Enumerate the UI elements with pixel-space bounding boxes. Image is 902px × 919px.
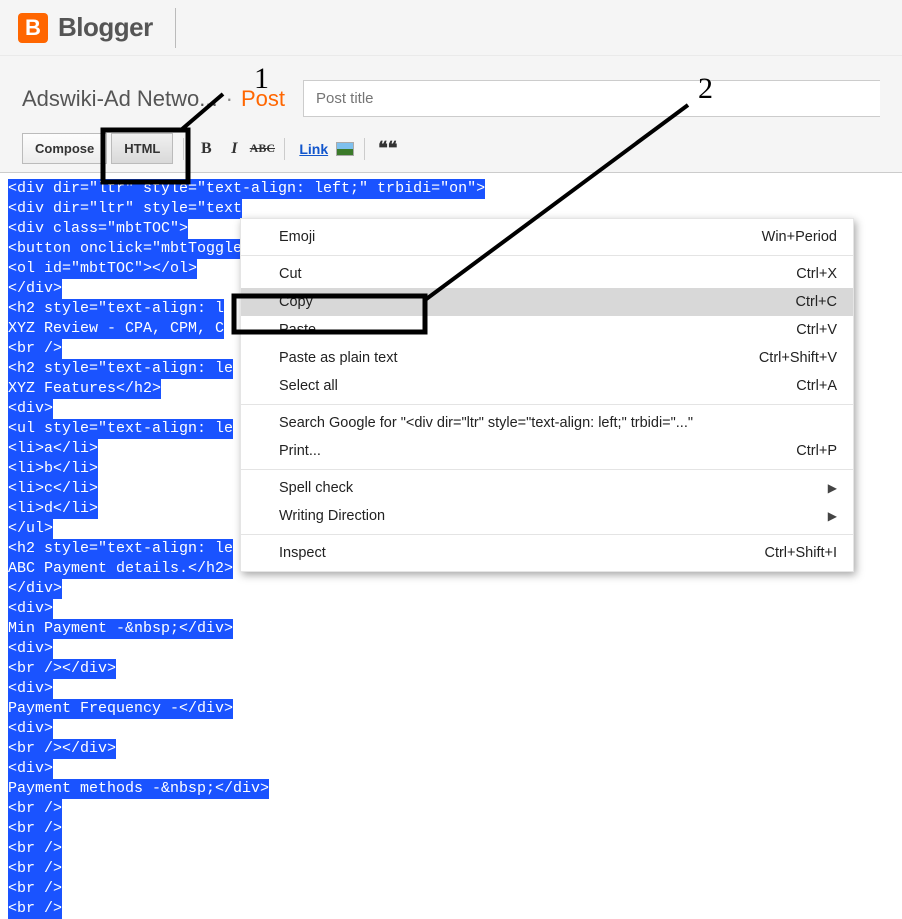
post-title-input[interactable] — [303, 80, 880, 117]
code-line[interactable]: Payment methods -&nbsp;</div> — [8, 779, 269, 799]
context-menu-item[interactable]: Print... Ctrl+P — [241, 437, 853, 465]
code-line[interactable]: <br /> — [8, 819, 62, 839]
code-line[interactable]: XYZ Features</h2> — [8, 379, 161, 399]
context-menu-item[interactable]: Search Google for "<div dir="ltr" style=… — [241, 409, 853, 437]
code-line[interactable]: <div> — [8, 639, 53, 659]
code-line[interactable]: <br /> — [8, 879, 62, 899]
code-line[interactable]: <h2 style="text-align: l — [8, 299, 224, 319]
italic-icon[interactable]: I — [222, 137, 246, 161]
link-button[interactable]: Link — [295, 141, 332, 157]
context-menu-item[interactable]: Writing Direction ▶ — [241, 502, 853, 530]
context-menu-shortcut: Win+Period — [762, 229, 837, 245]
code-line[interactable]: <div> — [8, 399, 53, 419]
code-line[interactable]: <br /> — [8, 799, 62, 819]
blogger-wordmark: Blogger — [58, 12, 153, 43]
chevron-right-icon: ▶ — [828, 509, 837, 523]
post-title-row: Adswiki-Ad Netwo... · Post — [0, 56, 902, 127]
context-menu-shortcut: Ctrl+P — [796, 443, 837, 459]
code-line[interactable]: <br /> — [8, 339, 62, 359]
code-line[interactable]: <h2 style="text-align: le — [8, 539, 233, 559]
app-header: B Blogger — [0, 0, 902, 56]
context-menu-separator — [241, 404, 853, 405]
bold-icon[interactable]: B — [194, 137, 218, 161]
toolbar-separator — [183, 138, 184, 160]
code-line[interactable]: </div> — [8, 279, 62, 299]
context-menu-label: Select all — [279, 378, 338, 394]
code-line[interactable]: <li>a</li> — [8, 439, 98, 459]
context-menu-label: Inspect — [279, 545, 326, 561]
context-menu-label: Paste as plain text — [279, 350, 398, 366]
context-menu-label: Paste — [279, 322, 316, 338]
code-line[interactable]: <div> — [8, 719, 53, 739]
code-line[interactable]: <br /> — [8, 899, 62, 919]
context-menu-item[interactable]: Paste as plain text Ctrl+Shift+V — [241, 344, 853, 372]
context-menu-separator — [241, 469, 853, 470]
code-line[interactable]: <ol id="mbtTOC"></ol> — [8, 259, 197, 279]
context-menu-shortcut: Ctrl+V — [796, 322, 837, 338]
html-button[interactable]: HTML — [111, 133, 173, 164]
post-keyword: Post — [241, 86, 285, 112]
blogger-logo[interactable]: B Blogger — [18, 12, 153, 43]
context-menu-separator — [241, 255, 853, 256]
code-line[interactable]: <div dir="ltr" style="text-align: left;"… — [8, 179, 485, 199]
context-menu-item[interactable]: Inspect Ctrl+Shift+I — [241, 539, 853, 567]
code-line[interactable]: <br /></div> — [8, 659, 116, 679]
context-menu-label: Cut — [279, 266, 302, 282]
context-menu-label: Search Google for "<div dir="ltr" style=… — [279, 415, 693, 431]
context-menu-item[interactable]: Spell check ▶ — [241, 474, 853, 502]
toolbar-separator — [364, 138, 365, 160]
code-line[interactable]: <br /> — [8, 859, 62, 879]
code-line[interactable]: <div> — [8, 679, 53, 699]
code-line[interactable]: <li>c</li> — [8, 479, 98, 499]
code-line[interactable]: XYZ Review - CPA, CPM, C — [8, 319, 224, 339]
context-menu-item[interactable]: Select all Ctrl+A — [241, 372, 853, 400]
context-menu-item[interactable]: Cut Ctrl+X — [241, 260, 853, 288]
compose-button[interactable]: Compose — [22, 133, 107, 164]
context-menu-label: Writing Direction — [279, 508, 385, 524]
breadcrumb-separator: · — [226, 86, 233, 112]
context-menu-item[interactable]: Emoji Win+Period — [241, 223, 853, 251]
context-menu-shortcut: Ctrl+X — [796, 266, 837, 282]
blockquote-icon[interactable]: ❝❝ — [375, 138, 400, 159]
context-menu-label: Print... — [279, 443, 321, 459]
editor-toolbar: Compose HTML B I ABC Link ❝❝ — [0, 127, 902, 173]
context-menu-shortcut: Ctrl+C — [796, 294, 838, 310]
strikethrough-icon[interactable]: ABC — [250, 137, 274, 161]
code-line[interactable]: <div class="mbtTOC"> — [8, 219, 188, 239]
context-menu: Emoji Win+Period Cut Ctrl+X Copy Ctrl+C Paste C… — [240, 218, 854, 572]
blogger-icon: B — [18, 13, 48, 43]
context-menu-shortcut: Ctrl+Shift+I — [764, 545, 837, 561]
blog-name[interactable]: Adswiki-Ad Netwo... — [22, 86, 218, 112]
code-line[interactable]: <br /></div> — [8, 739, 116, 759]
context-menu-item[interactable]: Paste Ctrl+V — [241, 316, 853, 344]
code-line[interactable]: <li>b</li> — [8, 459, 98, 479]
code-line[interactable]: <button onclick="mbtToggle — [8, 239, 242, 259]
chevron-right-icon: ▶ — [828, 481, 837, 495]
header-divider — [175, 8, 176, 48]
context-menu-shortcut: Ctrl+A — [796, 378, 837, 394]
code-line[interactable]: </div> — [8, 579, 62, 599]
code-line[interactable]: <ul style="text-align: le — [8, 419, 233, 439]
code-line[interactable]: <div> — [8, 759, 53, 779]
toolbar-separator — [284, 138, 285, 160]
image-icon[interactable] — [336, 142, 354, 156]
code-line[interactable]: Payment Frequency -</div> — [8, 699, 233, 719]
code-line[interactable]: <div dir="ltr" style="text — [8, 199, 242, 219]
code-line[interactable]: </ul> — [8, 519, 53, 539]
code-line[interactable]: <br /> — [8, 839, 62, 859]
context-menu-separator — [241, 534, 853, 535]
code-line[interactable]: <li>d</li> — [8, 499, 98, 519]
code-line[interactable]: ABC Payment details.</h2> — [8, 559, 233, 579]
code-line[interactable]: <h2 style="text-align: le — [8, 359, 233, 379]
context-menu-item[interactable]: Copy Ctrl+C — [241, 288, 853, 316]
context-menu-label: Emoji — [279, 229, 315, 245]
context-menu-label: Spell check — [279, 480, 353, 496]
context-menu-shortcut: Ctrl+Shift+V — [759, 350, 837, 366]
code-line[interactable]: <div> — [8, 599, 53, 619]
code-line[interactable]: Min Payment -&nbsp;</div> — [8, 619, 233, 639]
context-menu-label: Copy — [279, 294, 313, 310]
